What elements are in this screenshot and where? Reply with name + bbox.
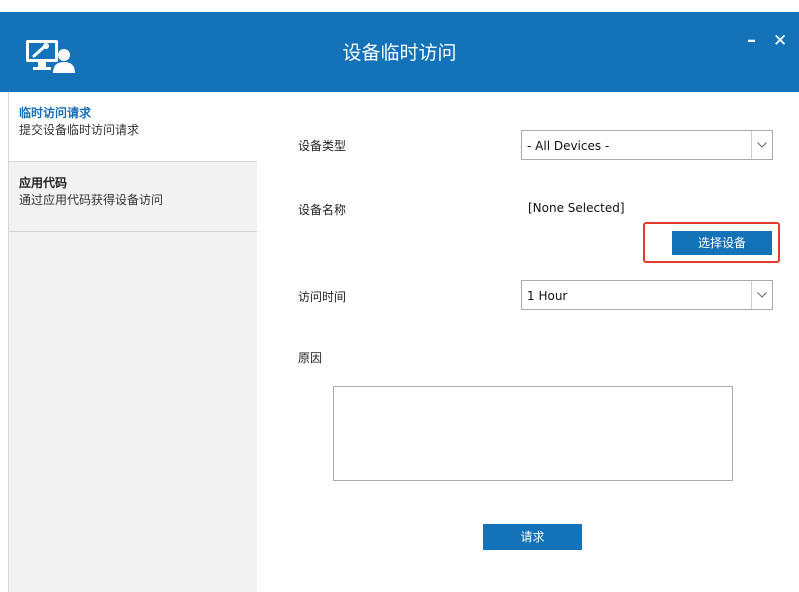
minimize-button[interactable]: – — [747, 32, 756, 50]
access-time-label: 访问时间 — [298, 290, 347, 304]
title-bar: 设备临时访问 – ✕ — [0, 12, 799, 92]
request-button[interactable]: 请求 — [483, 524, 582, 550]
reason-textarea[interactable] — [333, 386, 733, 481]
sidebar: 临时访问请求 提交设备临时访问请求 应用代码 通过应用代码获得设备访问 — [8, 92, 257, 592]
sidebar-item-title: 临时访问请求 — [19, 106, 92, 120]
sidebar-item-subtitle: 通过应用代码获得设备访问 — [19, 193, 164, 207]
access-time-value: 1 Hour — [527, 289, 568, 303]
sidebar-item-subtitle: 提交设备临时访问请求 — [19, 123, 140, 137]
window-title: 设备临时访问 — [342, 42, 457, 64]
chevron-down-icon[interactable] — [751, 281, 772, 309]
device-name-value: [None Selected] — [528, 201, 625, 215]
sidebar-item-title: 应用代码 — [19, 176, 68, 190]
device-type-label: 设备类型 — [298, 139, 347, 153]
chevron-down-icon[interactable] — [751, 131, 772, 159]
select-device-button[interactable]: 选择设备 — [672, 231, 772, 255]
device-type-value: - All Devices - — [527, 139, 610, 153]
reason-label: 原因 — [298, 351, 323, 365]
access-time-select[interactable]: 1 Hour — [521, 280, 773, 310]
device-name-label: 设备名称 — [298, 203, 347, 217]
sidebar-item-apply-code[interactable]: 应用代码 通过应用代码获得设备访问 — [9, 162, 257, 232]
close-button[interactable]: ✕ — [773, 32, 787, 50]
device-type-select[interactable]: - All Devices - — [521, 130, 773, 160]
sidebar-item-temporary-access-request[interactable]: 临时访问请求 提交设备临时访问请求 — [9, 92, 257, 162]
window-top-strip — [0, 0, 799, 12]
